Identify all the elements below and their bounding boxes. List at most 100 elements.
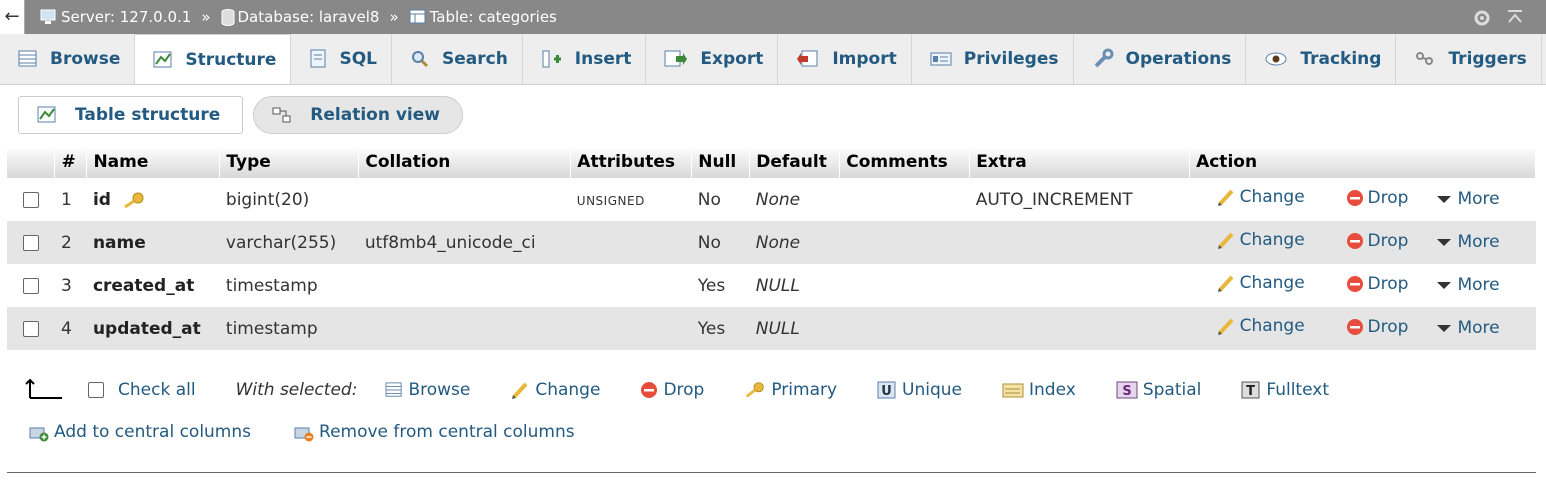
triangle-down-icon xyxy=(1437,239,1452,246)
triangle-down-icon xyxy=(1437,196,1452,203)
drop-button[interactable]: Drop xyxy=(1346,317,1408,337)
main-tabs: Browse Structure SQL Search Insert Expor… xyxy=(0,34,1546,85)
col-type-header: Type xyxy=(219,146,360,178)
browse-icon xyxy=(385,382,402,397)
col-null-header: Null xyxy=(691,146,751,178)
tab-privileges[interactable]: Privileges xyxy=(912,34,1074,84)
index-icon xyxy=(1002,383,1024,398)
bulk-browse-button[interactable]: Browse xyxy=(385,380,470,400)
more-button[interactable]: More xyxy=(1435,189,1500,209)
import-icon xyxy=(797,50,818,67)
sql-icon xyxy=(310,49,326,68)
collapse-up-icon[interactable] xyxy=(1506,8,1524,26)
primary-key-icon xyxy=(124,192,144,208)
add-central-columns-button[interactable]: Add to central columns xyxy=(28,422,251,442)
tab-operations[interactable]: Operations xyxy=(1074,34,1247,84)
drop-button[interactable]: Drop xyxy=(1346,188,1408,208)
table-icon xyxy=(409,9,426,24)
tab-triggers[interactable]: Triggers xyxy=(1396,34,1542,84)
drop-button[interactable]: Drop xyxy=(1346,274,1408,294)
gear-icon[interactable] xyxy=(1472,8,1492,28)
drop-button[interactable]: Drop xyxy=(1346,231,1408,251)
drop-icon xyxy=(1346,275,1363,292)
remove-central-columns-button[interactable]: Remove from central columns xyxy=(293,422,575,442)
col-collation-header: Collation xyxy=(358,146,572,178)
table-row: 4 updated_at timestamp Yes NULL Change D… xyxy=(7,307,1536,350)
pencil-icon xyxy=(1217,232,1234,249)
primary-key-icon xyxy=(746,382,765,398)
row-checkbox[interactable] xyxy=(22,234,39,251)
export-icon xyxy=(664,50,688,67)
relation-icon xyxy=(272,107,291,123)
pencil-icon xyxy=(1217,318,1234,335)
change-button[interactable]: Change xyxy=(1216,273,1305,293)
bulk-index-button[interactable]: Index xyxy=(1002,380,1076,400)
row-checkbox[interactable] xyxy=(22,277,39,294)
eye-icon xyxy=(1265,52,1287,66)
breadcrumb-database[interactable]: Database: laravel8 xyxy=(221,0,379,34)
bulk-unique-button[interactable]: U Unique xyxy=(877,380,962,400)
more-button[interactable]: More xyxy=(1435,275,1500,295)
change-button[interactable]: Change xyxy=(1216,316,1305,336)
insert-icon xyxy=(542,50,561,68)
check-all-checkbox[interactable] xyxy=(88,382,104,398)
col-extra-header: Extra xyxy=(969,146,1191,178)
check-all-label[interactable]: Check all xyxy=(118,380,196,400)
col-num-header: # xyxy=(54,146,88,178)
col-attributes-header: Attributes xyxy=(570,146,693,178)
bulk-spatial-button[interactable]: S Spatial xyxy=(1116,380,1201,400)
change-button[interactable]: Change xyxy=(1216,187,1305,207)
tab-tracking[interactable]: Tracking xyxy=(1246,34,1397,84)
bulk-drop-button[interactable]: Drop xyxy=(640,380,704,400)
svg-text:T: T xyxy=(1246,384,1255,399)
tab-insert[interactable]: Insert xyxy=(523,34,647,84)
drop-icon xyxy=(1346,232,1363,249)
fulltext-icon: T xyxy=(1241,381,1260,399)
with-selected-label: With selected: xyxy=(235,380,358,400)
more-button[interactable]: More xyxy=(1435,318,1500,338)
tab-export[interactable]: Export xyxy=(646,34,779,84)
col-default-header: Default xyxy=(749,146,841,178)
breadcrumb-server[interactable]: Server: 127.0.0.1 xyxy=(40,0,191,34)
subtab-relation-view[interactable]: Relation view xyxy=(253,96,463,134)
table-row: 1 id bigint(20) UNSIGNED No None AUTO_IN… xyxy=(7,178,1536,221)
search-icon xyxy=(411,51,429,68)
triangle-down-icon xyxy=(1437,282,1452,289)
privileges-icon xyxy=(930,52,952,66)
central-columns-actions: Add to central columns Remove from centr… xyxy=(28,418,575,446)
breadcrumb-table[interactable]: Table: categories xyxy=(409,0,557,34)
field-name: name xyxy=(92,232,146,253)
tab-structure[interactable]: Structure xyxy=(135,34,292,84)
row-checkbox[interactable] xyxy=(22,320,39,337)
top-breadcrumb-bar: ← Server: 127.0.0.1 » Database: laravel8… xyxy=(0,0,1546,34)
central-remove-icon xyxy=(294,427,314,442)
structure-table: # Name Type Collation Attributes Null De… xyxy=(7,146,1536,350)
subtab-table-structure[interactable]: Table structure xyxy=(18,96,244,134)
bulk-change-button[interactable]: Change xyxy=(510,380,600,400)
triangle-down-icon xyxy=(1437,325,1452,332)
tab-browse[interactable]: Browse xyxy=(0,34,136,84)
divider xyxy=(7,472,1536,473)
tab-import[interactable]: Import xyxy=(778,34,912,84)
field-name: created_at xyxy=(92,275,195,296)
bulk-primary-button[interactable]: Primary xyxy=(744,380,837,400)
drop-icon xyxy=(1346,189,1363,206)
table-row: 2 name varchar(255) utf8mb4_unicode_ci N… xyxy=(7,221,1536,264)
central-add-icon xyxy=(29,427,49,442)
change-button[interactable]: Change xyxy=(1216,230,1305,250)
table-row: 3 created_at timestamp Yes NULL Change D… xyxy=(7,264,1536,307)
tab-search[interactable]: Search xyxy=(392,34,523,84)
pencil-icon xyxy=(1217,275,1234,292)
drop-icon xyxy=(641,382,658,398)
structure-icon xyxy=(37,106,56,123)
row-checkbox[interactable] xyxy=(22,191,39,208)
more-button[interactable]: More xyxy=(1435,232,1500,252)
structure-icon xyxy=(153,51,172,67)
browse-icon xyxy=(18,50,37,67)
tab-sql[interactable]: SQL xyxy=(291,34,392,84)
bulk-fulltext-button[interactable]: T Fulltext xyxy=(1241,380,1329,400)
collapse-arrow-icon[interactable]: ← xyxy=(0,0,25,34)
structure-subtabs: Table structure Relation view xyxy=(18,96,463,134)
spatial-icon: S xyxy=(1116,381,1138,399)
svg-text:S: S xyxy=(1122,384,1131,399)
